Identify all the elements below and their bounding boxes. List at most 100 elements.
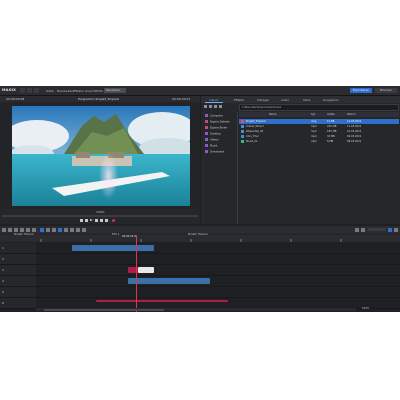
timeline-track[interactable]: 2 [0,254,400,265]
tree-item-desktop[interactable]: Desktop [205,132,221,137]
undo-icon[interactable] [20,227,24,232]
file-row[interactable]: Musik_01 mp3 8 MB 08.03.2021 [239,139,399,144]
new-icon[interactable] [20,88,25,93]
video-file-icon [241,134,244,138]
folder-icon [205,138,208,141]
layout-icon[interactable] [355,227,359,232]
record-icon[interactable] [112,219,115,222]
timeline-track[interactable]: 1 [0,243,400,254]
cut-tool-icon[interactable] [8,227,12,232]
skip-forward-icon[interactable] [105,219,108,222]
stop-icon[interactable] [95,219,98,222]
column-type[interactable]: Typ [311,113,315,117]
effects-icon[interactable] [70,227,74,232]
column-date[interactable]: Datum [347,113,355,117]
column-name[interactable]: Name [269,113,276,117]
project-file-icon [241,119,244,123]
active-tab-indicator [205,102,223,103]
transition-clip[interactable] [138,267,154,273]
split-icon[interactable] [32,227,36,232]
folder-tree: Computer Eigene Dateien Eigene Bilder De… [201,112,238,224]
timeline-track[interactable]: 3 [0,265,400,276]
save-icon[interactable] [34,88,39,93]
timeline-track[interactable]: 5 [0,287,400,298]
tree-item-videos[interactable]: Videos [205,138,219,143]
tree-item-computer[interactable]: Computer [205,114,223,119]
menu-effects[interactable]: Effekte [73,89,84,93]
timeline-zoom-slider[interactable] [368,228,386,231]
forward-icon[interactable] [209,105,212,108]
file-list-header: Name Typ Größe Datum [239,112,399,117]
text-icon[interactable] [64,227,68,232]
menu-help[interactable]: Hilfe [96,89,103,93]
refresh-icon[interactable] [219,105,222,108]
tree-item-downloads[interactable]: Downloads [205,150,224,155]
menu-edit[interactable]: Bearbeiten [57,89,73,93]
path-field[interactable]: C:\Benutzer\Dokumente\Videos [239,104,399,111]
step-back-icon[interactable] [85,219,88,222]
export-button[interactable]: Exportieren [350,88,372,93]
file-row[interactable]: Intro_Titel mp4 32 MB 09.03.2021 [239,134,399,139]
preview-scrubber[interactable] [2,215,198,217]
video-clip[interactable] [72,245,154,251]
tree-item-pictures[interactable]: Eigene Bilder [205,126,227,131]
mode-badge[interactable]: Bearbeiten [104,88,126,93]
marker-icon[interactable] [52,227,56,232]
track-header: 5 [0,287,36,297]
tree-item-music[interactable]: Musik [205,144,217,149]
view-mode-icon[interactable] [394,227,398,232]
tab-templates[interactable]: Vorlagen [257,98,269,102]
ripple-icon[interactable] [46,227,50,232]
storyboard-icon[interactable] [388,227,392,232]
menu-file[interactable]: Datei [46,89,54,93]
folder-icon [205,126,208,129]
tab-store[interactable]: Store [303,98,310,102]
tree-item-documents[interactable]: Eigene Dateien [205,120,230,125]
preview-header: 00:00:03:08 Programm: Projekt_Tropical 0… [0,96,200,102]
menu-bar: MAGIX Datei Bearbeiten Effekte Ansicht H… [0,86,400,96]
file-row[interactable]: Projekt_Tropical mvp 12 KB 12.03.2021 [239,119,399,124]
folder-icon [205,120,208,123]
play-icon[interactable] [90,219,93,221]
timeline-ruler[interactable]: 00:00:03:08 [0,235,400,242]
tab-import[interactable]: Import [209,98,218,102]
burn-button[interactable]: Brennen [375,88,397,93]
ruler-tick [290,239,292,242]
audio-icon[interactable] [76,227,80,232]
scrollbar-thumb[interactable] [44,308,164,311]
column-size[interactable]: Größe [327,113,335,117]
up-icon[interactable] [214,105,217,108]
file-row[interactable]: Wasserfall_02 mp4 185 MB 10.03.2021 [239,129,399,134]
preview-panel: 00:00:03:08 Programm: Projekt_Tropical 0… [0,96,200,224]
ruler-tick [40,239,42,242]
audio-file-icon [241,139,244,143]
track-header: 4 [0,276,36,286]
snap-icon[interactable] [40,227,44,232]
settings-icon[interactable] [82,227,86,232]
file-row[interactable]: Urlaub_Strand mp4 240 MB 11.03.2021 [239,124,399,129]
open-icon[interactable] [27,88,32,93]
preview-timecode-right: 00:00:30:07 [172,97,191,101]
step-forward-icon[interactable] [100,219,103,222]
pointer-tool-icon[interactable] [2,227,6,232]
video-preview[interactable] [12,106,190,206]
ruler-tick [140,239,142,242]
group-icon[interactable] [58,227,62,232]
timeline-scrollbar[interactable] [36,308,356,311]
tab-group[interactable]: Gruppieren [323,98,339,102]
timeline-zoom-label: 100% [362,307,370,310]
browser-tabs: Import Effekte Vorlagen Audio Store Grup… [201,96,400,103]
timeline-mode-icon[interactable] [361,227,365,232]
track-header: 2 [0,254,36,264]
back-icon[interactable] [204,105,207,108]
redo-icon[interactable] [26,227,30,232]
audio-clip[interactable] [96,300,228,302]
video-clip[interactable] [128,278,210,284]
delete-icon[interactable] [14,227,18,232]
skip-back-icon[interactable] [80,219,83,222]
playhead[interactable] [136,235,137,312]
menu-view[interactable]: Ansicht [85,89,96,93]
tab-effects[interactable]: Effekte [234,98,244,102]
timeline-track[interactable]: 4 [0,276,400,287]
tab-audio[interactable]: Audio [281,98,289,102]
